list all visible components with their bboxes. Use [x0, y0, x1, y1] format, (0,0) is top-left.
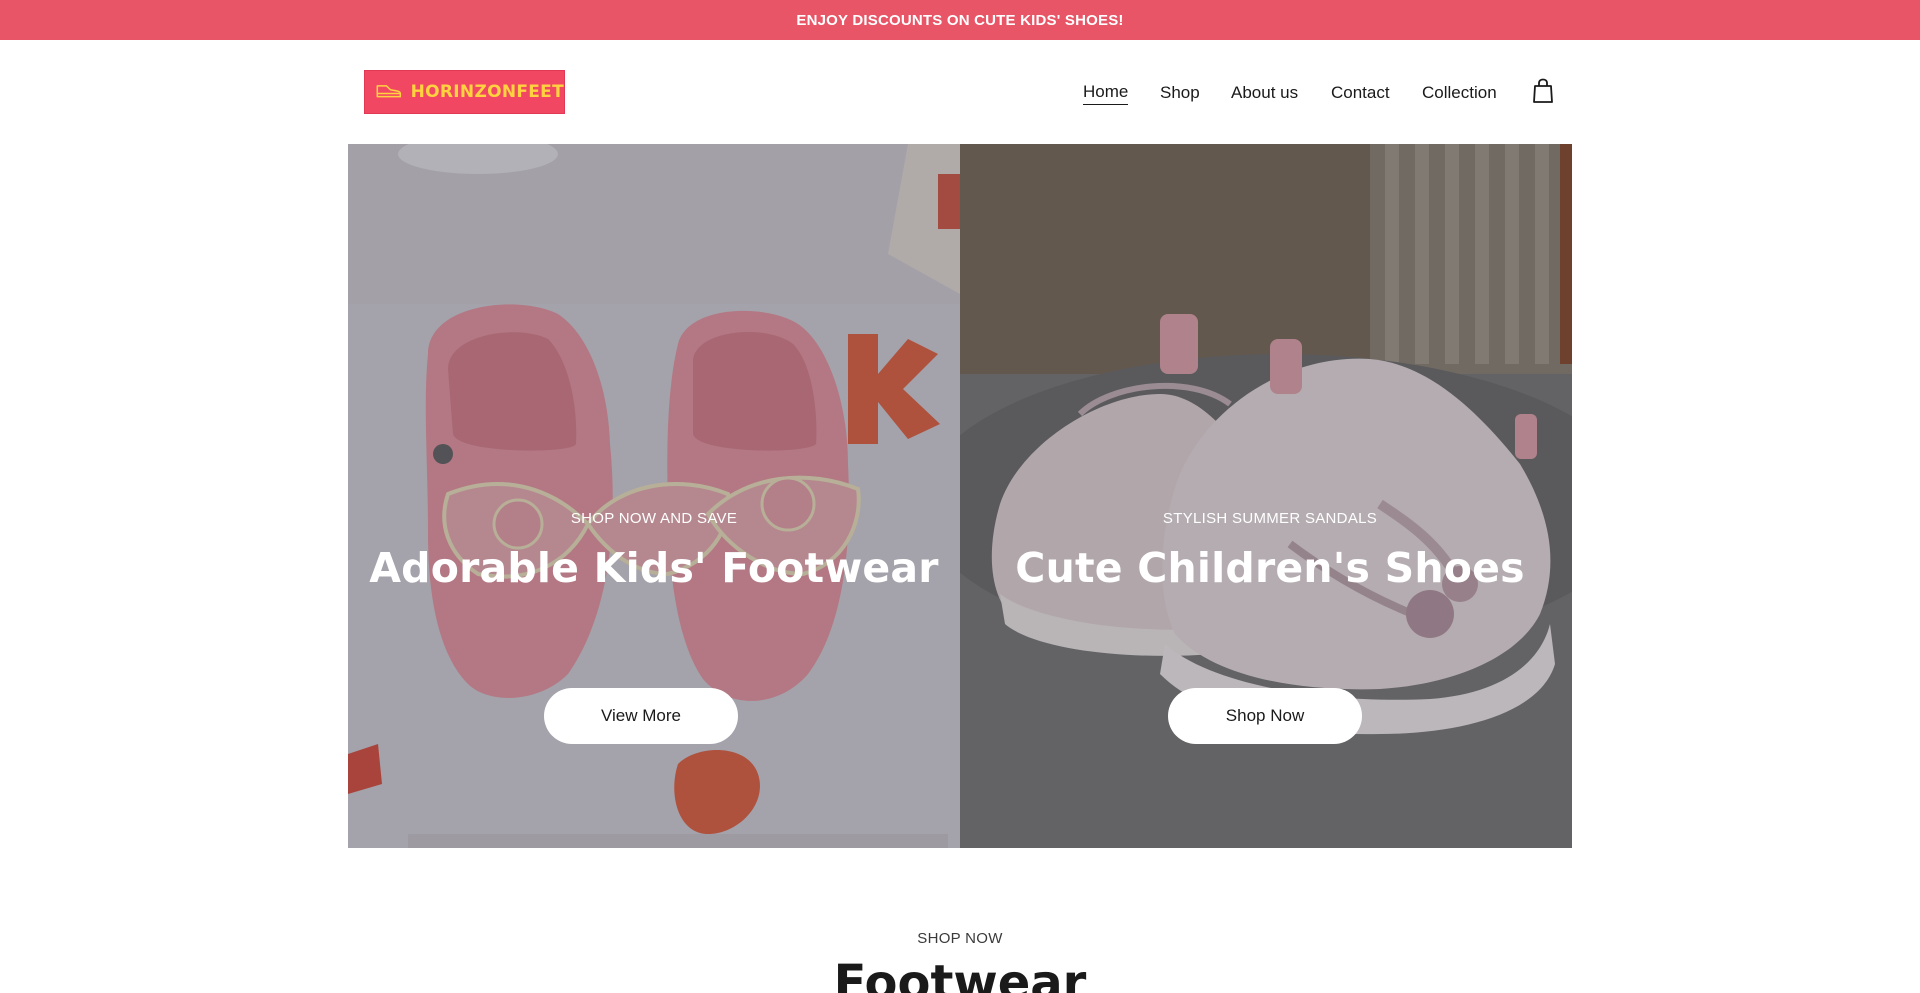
hero-banner: SHOP NOW AND SAVE Adorable Kids' Footwea… [348, 144, 1572, 848]
hero-panel-left: SHOP NOW AND SAVE Adorable Kids' Footwea… [348, 144, 960, 848]
announcement-text: ENJOY DISCOUNTS ON CUTE KIDS' SHOES! [796, 11, 1124, 29]
site-header: HORINZONFEET Home Shop About us Contact … [0, 40, 1920, 144]
nav-home[interactable]: Home [1083, 80, 1129, 105]
announcement-bar: ENJOY DISCOUNTS ON CUTE KIDS' SHOES! [0, 0, 1920, 40]
shopping-bag-icon[interactable] [1531, 78, 1555, 104]
hero-left-title: Adorable Kids' Footwear [369, 544, 939, 592]
hero-left-subtitle: SHOP NOW AND SAVE [570, 510, 738, 527]
nav-contact[interactable]: Contact [1331, 80, 1390, 106]
hero-right-subtitle: STYLISH SUMMER SANDALS [1162, 510, 1378, 527]
brand-name: HORINZONFEET [410, 82, 564, 102]
nav-collection[interactable]: Collection [1422, 80, 1497, 106]
shoe-icon [376, 85, 402, 98]
section-title: Footwear [833, 955, 1087, 993]
view-more-button[interactable]: View More [544, 688, 738, 744]
brand-logo[interactable]: HORINZONFEET [364, 70, 565, 114]
section-subtitle: SHOP NOW [917, 930, 1003, 947]
hero-panel-right: STYLISH SUMMER SANDALS Cute Children's S… [960, 144, 1572, 848]
shop-now-button[interactable]: Shop Now [1168, 688, 1362, 744]
nav-shop[interactable]: Shop [1160, 80, 1200, 106]
nav-about-us[interactable]: About us [1231, 80, 1298, 106]
hero-right-title: Cute Children's Shoes [1015, 544, 1525, 592]
